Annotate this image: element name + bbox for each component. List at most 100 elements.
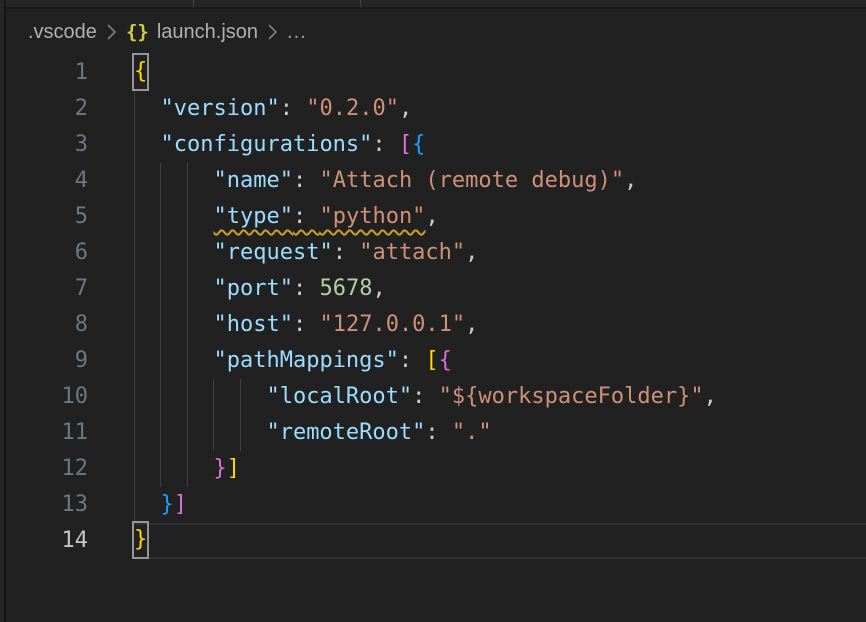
indent-guide xyxy=(160,307,161,343)
code-token: "python" xyxy=(319,204,425,229)
code-line[interactable]: 8 "host": "127.0.0.1", xyxy=(0,307,866,343)
indent-guide xyxy=(187,271,188,307)
code-line[interactable]: 12 }] xyxy=(0,451,866,487)
code-content: "remoteRoot": "." xyxy=(88,415,866,451)
code-token: , xyxy=(704,384,717,409)
indent-guide xyxy=(134,379,135,415)
line-number[interactable]: 12 xyxy=(0,451,88,487)
indent-guide xyxy=(160,271,161,307)
tab-stub-2[interactable] xyxy=(194,0,361,7)
indent-guide xyxy=(134,307,135,343)
code-token: [ xyxy=(425,348,438,373)
code-token: "attach" xyxy=(359,240,465,265)
line-number[interactable]: 2 xyxy=(0,91,88,127)
code-token: , xyxy=(465,240,478,265)
indent-guide xyxy=(187,415,188,451)
line-number[interactable]: 8 xyxy=(0,307,88,343)
code-token: "0.2.0" xyxy=(306,96,399,121)
indent-guide xyxy=(240,379,241,415)
code-lines: 1{2 "version": "0.2.0",3 "configurations… xyxy=(0,55,866,559)
code-token: , xyxy=(425,204,438,229)
code-token: "request" xyxy=(213,240,332,265)
code-line[interactable]: 7 "port": 5678, xyxy=(0,271,866,307)
code-line[interactable]: 10 "localRoot": "${workspaceFolder}", xyxy=(0,379,866,415)
line-number[interactable]: 6 xyxy=(0,235,88,271)
breadcrumb-symbol-more[interactable]: ... xyxy=(287,21,307,44)
code-line[interactable]: 13 }] xyxy=(0,487,866,523)
tab-strip xyxy=(0,0,866,9)
breadcrumb-folder[interactable]: .vscode xyxy=(28,21,97,44)
line-number[interactable]: 5 xyxy=(0,199,88,235)
code-content: "pathMappings": [{ xyxy=(88,343,866,379)
code-token: "127.0.0.1" xyxy=(319,312,465,337)
code-token: { xyxy=(412,132,425,157)
code-line[interactable]: 6 "request": "attach", xyxy=(0,235,866,271)
indent-guide xyxy=(213,379,214,415)
code-content: "configurations": [{ xyxy=(88,127,866,163)
code-token: "${workspaceFolder}" xyxy=(439,384,704,409)
line-number[interactable]: 4 xyxy=(0,163,88,199)
line-number[interactable]: 14 xyxy=(0,523,88,559)
indent-guide xyxy=(240,415,241,451)
line-number[interactable]: 13 xyxy=(0,487,88,523)
code-token: , xyxy=(624,168,637,193)
indent-guide xyxy=(134,487,135,523)
code-line[interactable]: 14} xyxy=(0,523,866,559)
line-number[interactable]: 10 xyxy=(0,379,88,415)
tab-stub-1[interactable] xyxy=(0,0,194,7)
code-token: "remoteRoot" xyxy=(266,420,425,445)
code-line[interactable]: 2 "version": "0.2.0", xyxy=(0,91,866,127)
json-file-icon: {} xyxy=(126,21,149,43)
code-token: } xyxy=(213,456,226,481)
indent-guide xyxy=(160,343,161,379)
code-token: [ xyxy=(399,132,412,157)
code-token: "." xyxy=(452,420,492,445)
indent-guide xyxy=(187,199,188,235)
code-token: , xyxy=(399,96,412,121)
code-token: : xyxy=(293,312,320,337)
code-content: }] xyxy=(88,487,866,523)
matched-bracket: { xyxy=(134,55,147,89)
indent-guide xyxy=(134,127,135,163)
line-number[interactable]: 1 xyxy=(0,55,88,91)
code-token: : xyxy=(399,348,426,373)
indent-guide xyxy=(160,415,161,451)
code-token: ] xyxy=(227,456,240,481)
indent-guide xyxy=(187,235,188,271)
code-line[interactable]: 9 "pathMappings": [{ xyxy=(0,343,866,379)
code-token: "port" xyxy=(213,276,292,301)
line-number[interactable]: 11 xyxy=(0,415,88,451)
indent-guide xyxy=(134,271,135,307)
code-token: , xyxy=(465,312,478,337)
code-line[interactable]: 11 "remoteRoot": "." xyxy=(0,415,866,451)
indent-guide xyxy=(160,379,161,415)
code-content: "type": "python", xyxy=(88,199,866,235)
indent-guide xyxy=(134,91,135,127)
chevron-right-icon xyxy=(106,23,117,41)
indent-guide xyxy=(134,415,135,451)
code-token: 5678 xyxy=(319,276,372,301)
indent-guide xyxy=(160,451,161,487)
code-content: "version": "0.2.0", xyxy=(88,91,866,127)
indent-guide xyxy=(160,199,161,235)
code-token: } xyxy=(161,492,174,517)
window-left-edge xyxy=(0,0,6,622)
code-token: : xyxy=(425,420,452,445)
line-number[interactable]: 3 xyxy=(0,127,88,163)
indent-guide xyxy=(134,235,135,271)
code-line[interactable]: 1{ xyxy=(0,55,866,91)
code-token: "name" xyxy=(213,168,292,193)
code-token: : xyxy=(412,384,439,409)
tab-stub-3[interactable] xyxy=(361,0,866,7)
line-number[interactable]: 9 xyxy=(0,343,88,379)
code-token: : xyxy=(372,132,399,157)
matched-bracket: } xyxy=(134,523,147,557)
indent-guide xyxy=(134,451,135,487)
code-line[interactable]: 4 "name": "Attach (remote debug)", xyxy=(0,163,866,199)
line-number[interactable]: 7 xyxy=(0,271,88,307)
chevron-right-icon xyxy=(267,23,278,41)
code-line[interactable]: 3 "configurations": [{ xyxy=(0,127,866,163)
breadcrumb-file[interactable]: launch.json xyxy=(157,21,258,44)
code-line[interactable]: 5 "type": "python", xyxy=(0,199,866,235)
indent-guide xyxy=(134,199,135,235)
